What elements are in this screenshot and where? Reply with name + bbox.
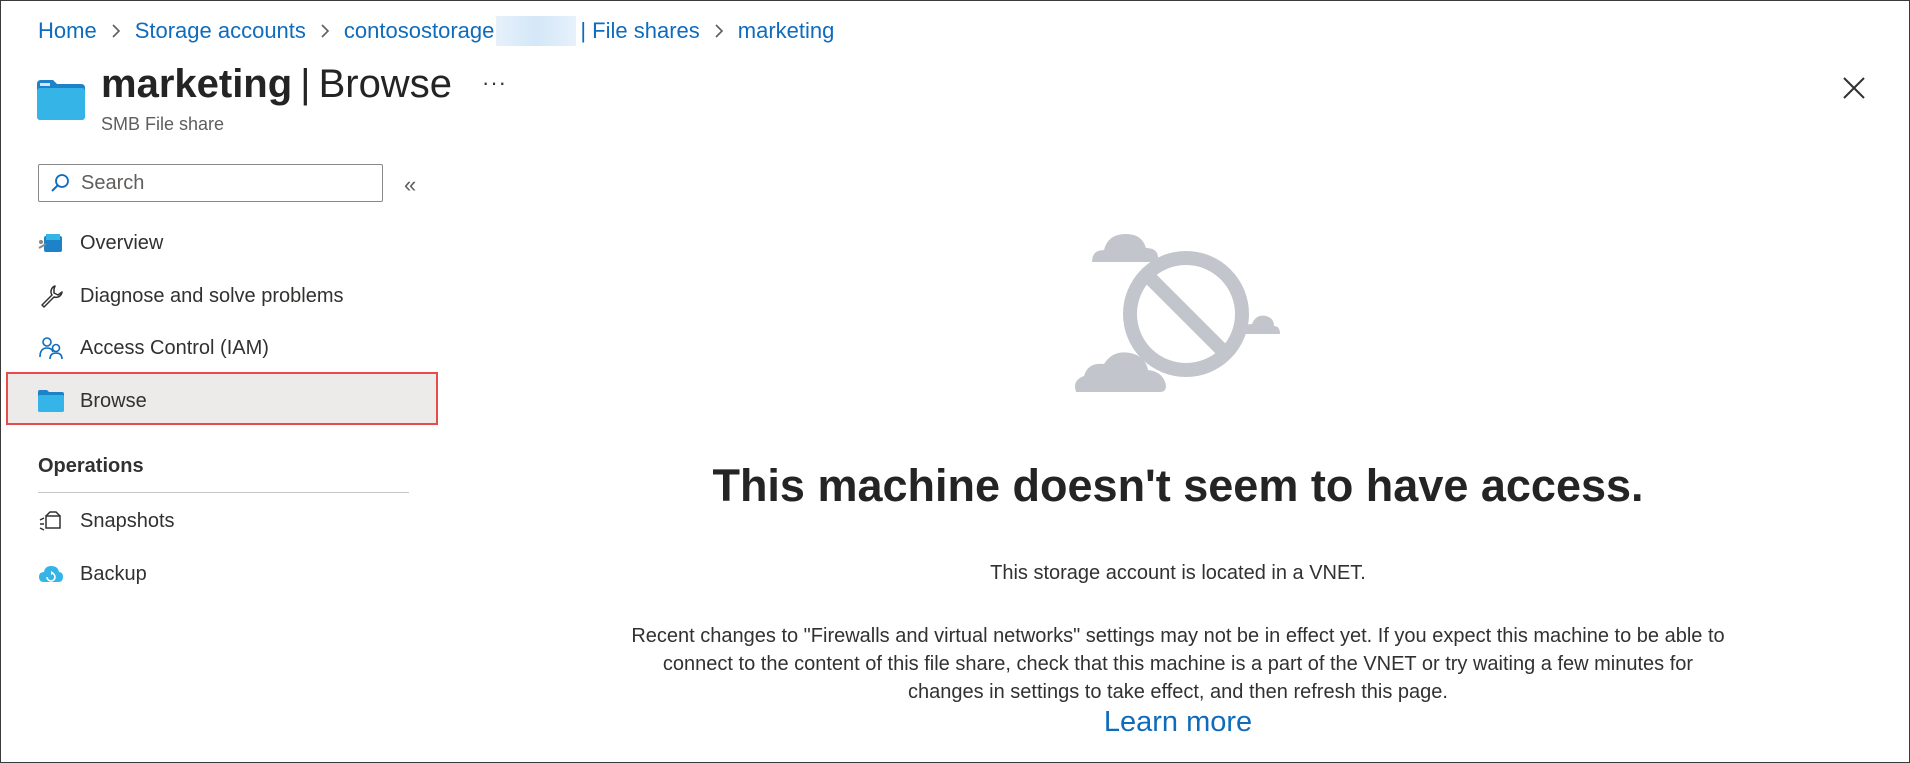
chevron-right-icon — [111, 23, 121, 39]
breadcrumb-storage-account[interactable]: contosostorage — [344, 18, 494, 44]
sidebar-item-diagnose[interactable]: Diagnose and solve problems — [38, 274, 344, 318]
breadcrumb-storage-accounts[interactable]: Storage accounts — [135, 18, 306, 44]
breadcrumb: Home Storage accounts contosostorage | F… — [38, 16, 834, 46]
more-options-button[interactable]: ··· — [482, 70, 507, 96]
learn-more-link[interactable]: Learn more — [400, 706, 1910, 739]
sidebar-item-label: Access Control (IAM) — [80, 336, 269, 359]
chevron-right-icon — [320, 23, 330, 39]
search-input[interactable] — [79, 170, 373, 196]
search-icon — [51, 174, 69, 192]
sidebar-item-label: Snapshots — [80, 509, 175, 532]
overview-icon — [38, 230, 64, 256]
sidebar-item-access-control[interactable]: Access Control (IAM) — [38, 326, 269, 370]
vnet-message: This storage account is located in a VNE… — [990, 562, 1366, 584]
snapshots-icon — [38, 508, 64, 534]
breadcrumb-file-shares[interactable]: | File shares — [580, 18, 699, 44]
sidebar-item-label: Backup — [80, 562, 147, 585]
folder-icon — [38, 388, 64, 414]
sidebar-item-label: Overview — [80, 231, 164, 254]
section-title-operations: Operations — [38, 455, 144, 477]
error-headline: This machine doesn't seem to have access… — [712, 460, 1644, 511]
sidebar-item-label: Diagnose and solve problems — [80, 284, 344, 307]
breadcrumb-home[interactable]: Home — [38, 18, 97, 44]
chevron-right-icon — [714, 23, 724, 39]
no-access-cloud-icon — [1075, 234, 1280, 392]
sidebar-item-label: Browse — [80, 389, 147, 412]
backup-cloud-icon — [38, 561, 64, 587]
redacted-text — [496, 16, 577, 46]
sidebar-item-snapshots[interactable]: Snapshots — [38, 499, 175, 543]
sidebar-item-browse[interactable]: Browse — [38, 379, 147, 423]
wrench-icon — [38, 283, 64, 309]
page-subtitle: SMB File share — [101, 114, 225, 134]
breadcrumb-marketing[interactable]: marketing — [738, 18, 835, 44]
explanation-paragraph: Recent changes to "Firewalls and virtual… — [631, 625, 1725, 703]
sidebar-item-backup[interactable]: Backup — [38, 552, 147, 596]
close-icon[interactable] — [1840, 74, 1868, 102]
page-title: marketing | Browse — [101, 62, 452, 106]
section-divider — [38, 492, 409, 493]
file-share-icon — [37, 80, 85, 120]
sidebar-item-overview[interactable]: Overview — [38, 221, 163, 265]
people-icon — [38, 335, 64, 361]
collapse-sidebar-button[interactable]: « — [404, 172, 416, 198]
search-box — [38, 164, 383, 202]
